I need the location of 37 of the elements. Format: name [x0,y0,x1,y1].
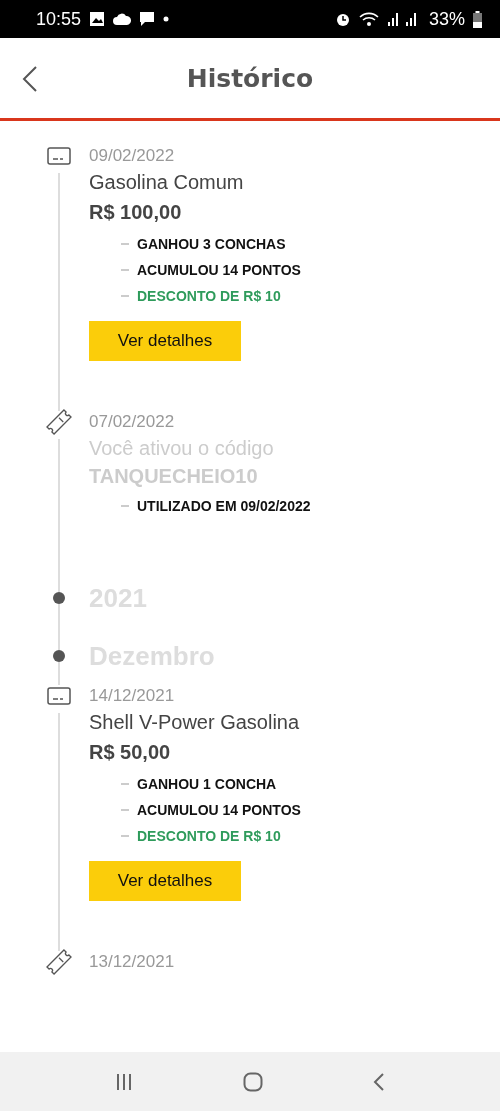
entry-date: 09/02/2022 [89,145,175,167]
reward-text: GANHOU 1 CONCHA [137,776,277,792]
timeline-dot [52,592,65,604]
entry-title: Gasolina Comum [89,170,244,195]
details-button[interactable]: Ver detalhes [89,321,241,361]
entry-date: 14/12/2021 [89,685,175,707]
entry-price: R$ 100,00 [89,200,182,225]
timeline-dot [52,650,65,662]
reward-text: GANHOU 3 CONCHAS [137,236,286,252]
reward-text: ACUMULOU 14 PONTOS [137,262,301,278]
ticket-icon [43,407,74,437]
battery-percent: 33% [428,8,465,30]
image-icon [89,11,106,27]
ticket-icon [43,947,74,977]
dot-icon [163,16,170,22]
card-icon [46,687,71,705]
reward-text: ACUMULOU 14 PONTOS [137,802,301,818]
back-icon[interactable] [373,1072,385,1091]
entry-title: Shell V-Power Gasolina [89,710,300,735]
alarm-icon [334,11,351,27]
home-icon[interactable] [243,1071,263,1092]
recent-apps-icon[interactable] [115,1072,133,1091]
entry-date: 07/02/2022 [89,411,175,433]
wifi-icon [358,11,379,27]
entry-price: R$ 50,00 [89,740,171,765]
cloud-icon [113,12,132,26]
card-icon [46,147,71,165]
entry-date: 13/12/2021 [89,951,175,973]
discount-text: DESCONTO DE R$ 10 [137,828,281,844]
reward-text: UTILIZADO EM 09/02/2022 [137,498,311,514]
chat-icon [139,11,156,27]
details-button[interactable]: Ver detalhes [89,861,241,901]
discount-text: DESCONTO DE R$ 10 [137,288,281,304]
battery-icon [473,10,482,28]
page-title: Histórico [186,63,314,93]
clock: 10:55 [36,8,82,30]
back-icon[interactable] [22,66,38,92]
